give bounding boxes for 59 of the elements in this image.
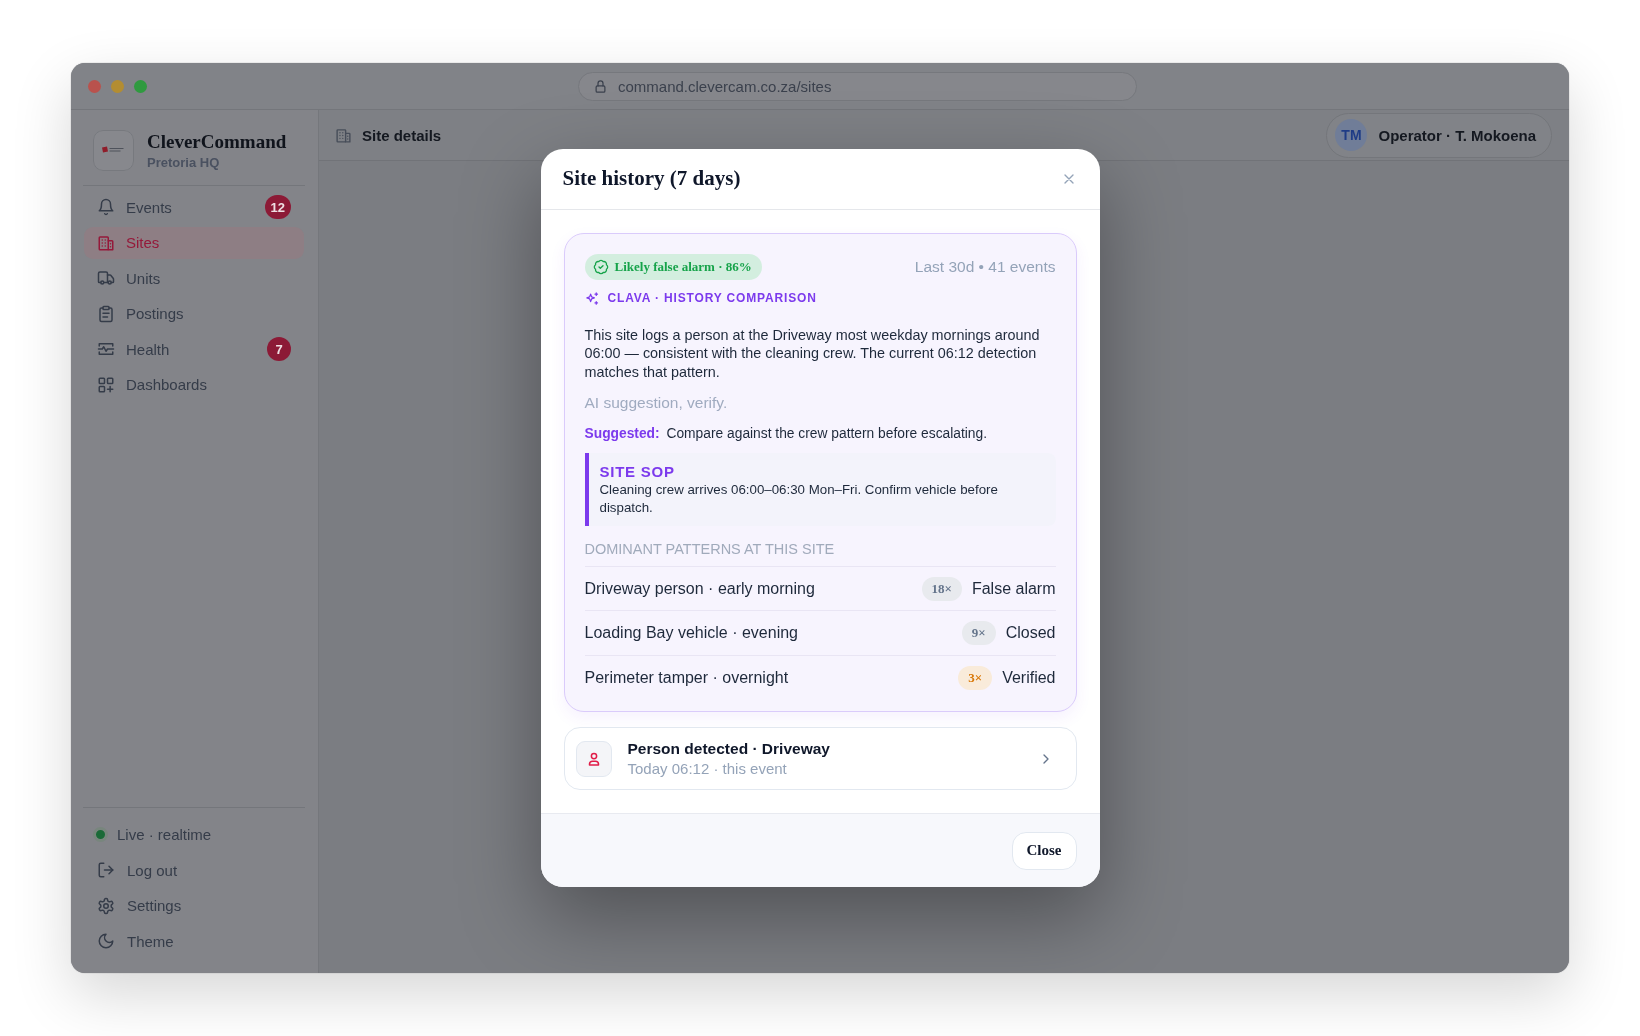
pattern-outcome: Closed (1005, 624, 1056, 643)
bell-icon (97, 198, 115, 216)
moon-icon (97, 932, 115, 950)
event-title: Person detected · Driveway (627, 740, 831, 759)
sidebar-item[interactable]: Postings (84, 297, 304, 330)
count-pill: 18× (921, 576, 962, 601)
status-label: Live · realtime (117, 826, 212, 843)
sidebar-item[interactable]: Theme (84, 924, 305, 958)
sidebar-item[interactable]: Dashboards (84, 368, 304, 401)
logo-icon (93, 130, 134, 171)
count-pill: 9× (961, 621, 996, 646)
patterns-heading: DOMINANT PATTERNS AT THIS SITE (584, 539, 836, 559)
sidebar-item[interactable]: Units (84, 262, 304, 294)
history-meta: Last 30d • 41 events (914, 257, 1056, 276)
logout-icon (97, 861, 115, 879)
grid-icon (97, 375, 115, 394)
source-label: CLAVA · HISTORY COMPARISON (607, 291, 817, 306)
pattern-outcome: False alarm (971, 579, 1056, 598)
person-icon (575, 740, 612, 777)
brand-subtitle: Pretoria HQ (147, 155, 221, 170)
zoom-window-button[interactable] (134, 79, 147, 93)
dialog-title: Site history (7 days) (562, 166, 741, 192)
page-title: Site details (362, 126, 442, 144)
user-menu[interactable]: TM Operator · T. Mokoena (1326, 112, 1552, 158)
clipboard-icon (97, 304, 115, 323)
pattern-outcome: Verified (1002, 668, 1056, 687)
pattern-name: Perimeter tamper · overnight (584, 668, 790, 687)
lock-icon (593, 78, 608, 94)
suggestion-text: Suggested: Compare against the crew pattern before escalating. (584, 424, 989, 443)
sidebar-item[interactable]: Log out (84, 853, 305, 887)
address-bar[interactable]: command.clevercam.co.za/sites (578, 71, 1137, 101)
check-badge-icon (592, 258, 609, 275)
sidebar-item[interactable]: Events 12 (84, 191, 304, 223)
verdict-text: Likely false alarm · 86% (614, 258, 752, 275)
pattern-name: Loading Bay vehicle · evening (584, 624, 799, 643)
building-icon (97, 233, 115, 252)
settings-icon (97, 896, 115, 915)
event-card[interactable]: Person detected · Driveway Today 06:12 · this event (563, 727, 1077, 791)
disclaimer-text: AI suggestion, verify. (584, 392, 729, 413)
sidebar-item[interactable]: Sites (84, 226, 304, 259)
event-subtitle: Today 06:12 · this event (627, 760, 788, 778)
sidebar-item[interactable]: Settings (84, 888, 305, 923)
sidebar-item[interactable]: Health 7 (84, 333, 304, 365)
pattern-name: Driveway person · early morning (584, 579, 816, 598)
sop-text: Cleaning crew arrives 06:00–06:30 Mon–Fri. Confirm vehicle before dispatch. (599, 480, 999, 517)
count-badge: 12 (264, 195, 291, 219)
count-badge: 7 (267, 337, 291, 361)
truck-icon (97, 269, 115, 287)
close-button[interactable]: Close (1011, 831, 1077, 870)
sop-title: SITE SOP (599, 462, 676, 481)
sparkle-icon (584, 290, 600, 306)
pulse-icon (97, 340, 115, 358)
brand-name: CleverCommand (147, 131, 287, 153)
summary-text: This site logs a person at the Driveway most weekday mornings around 06:00 — consistent with the cleaning crew. The current 06:12 detection matches that pattern. (584, 325, 1041, 382)
minimize-window-button[interactable] (111, 79, 124, 93)
count-pill: 3× (958, 665, 993, 690)
close-window-button[interactable] (88, 79, 101, 93)
building-icon (335, 126, 352, 144)
user-avatar: TM (1335, 119, 1368, 151)
